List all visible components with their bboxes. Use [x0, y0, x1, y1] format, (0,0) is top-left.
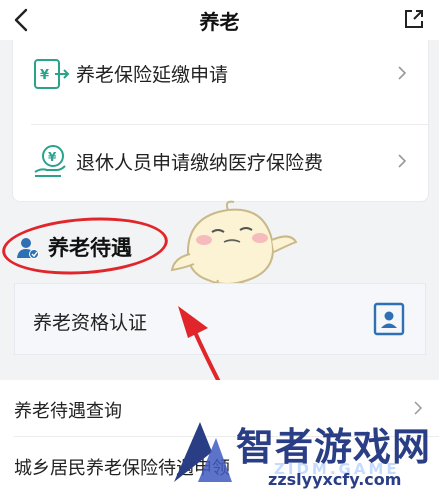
- id-card-icon: [373, 302, 405, 336]
- site-watermark: 智者游戏网 ZIDM.GAME zzslyyxcfy.com: [170, 412, 439, 493]
- site-logo-icon: [174, 422, 232, 482]
- insurance-transfer-icon: ¥: [34, 59, 70, 89]
- svg-text:¥: ¥: [48, 150, 57, 164]
- service-item-label: 养老保险延缴申请: [76, 64, 229, 86]
- watermark-url: zzslyyxcfy.com: [268, 470, 402, 489]
- top-bar: 养老: [0, 0, 439, 40]
- mascot-character-illustration: [170, 200, 298, 293]
- svg-text:¥: ¥: [40, 68, 49, 83]
- hand-coin-icon: ¥: [34, 145, 66, 177]
- service-item-pension-extension[interactable]: ¥ 养老保险延缴申请: [13, 40, 428, 112]
- chevron-right-icon: [398, 154, 407, 168]
- share-icon[interactable]: [403, 8, 425, 30]
- divider: [31, 124, 428, 125]
- annotation-circle: [0, 212, 170, 280]
- service-card: ¥ 养老保险延缴申请 ¥ 退休人员申请缴纳医疗保险费: [12, 40, 429, 202]
- tile-label: 养老资格认证: [33, 312, 148, 334]
- page-title: 养老: [199, 10, 240, 34]
- chevron-right-icon: [398, 66, 407, 80]
- service-item-label: 退休人员申请缴纳医疗保险费: [76, 152, 324, 174]
- service-item-retiree-medical[interactable]: ¥ 退休人员申请缴纳医疗保险费: [13, 128, 428, 200]
- list-item-label: 养老待遇查询: [14, 401, 122, 422]
